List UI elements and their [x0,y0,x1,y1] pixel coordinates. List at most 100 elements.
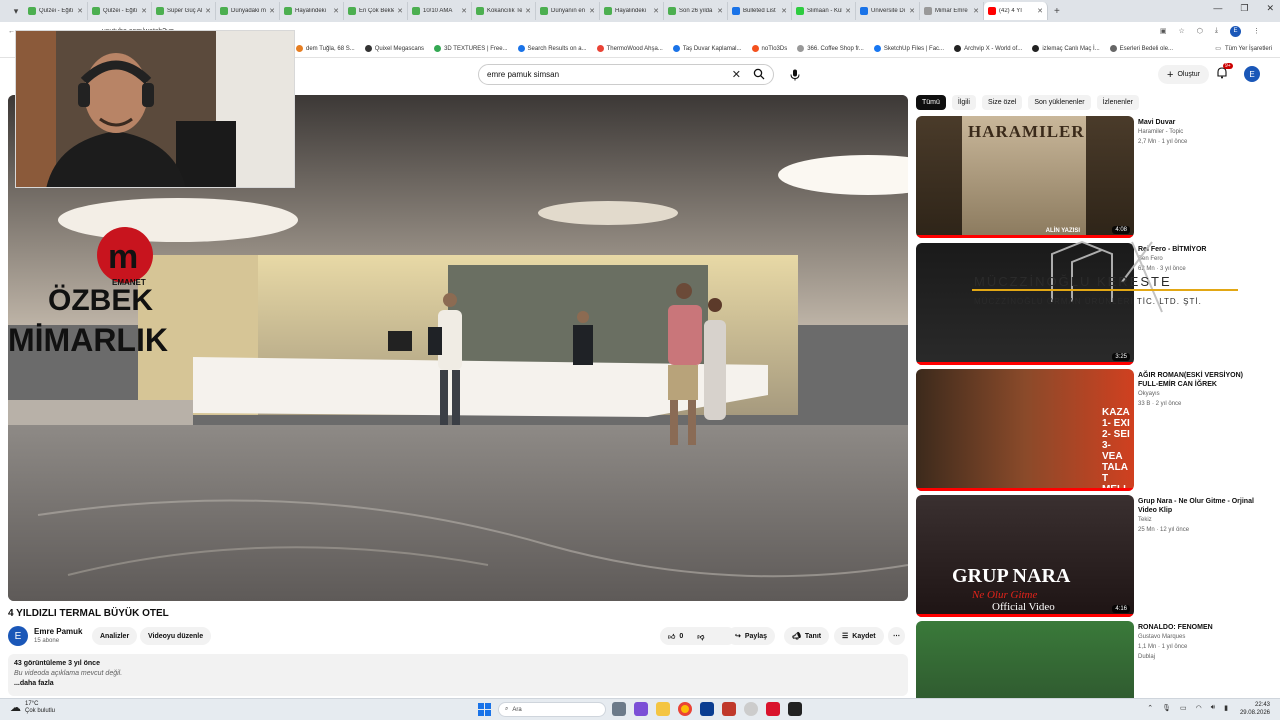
app-icon-dark[interactable] [788,702,802,716]
maximize-icon[interactable]: ❐ [1240,3,1248,14]
close-tab-icon[interactable]: ✕ [77,7,83,15]
close-tab-icon[interactable]: ✕ [397,7,403,15]
tray-chevron-icon[interactable]: ⌃ [1147,704,1153,712]
back-icon[interactable]: ← [8,28,15,35]
video-thumbnail[interactable]: 3:25 [916,243,1134,365]
browser-tab[interactable]: Qulzei - Eğiti ✕ [88,2,152,20]
filter-chip[interactable]: Size özel [981,95,1023,110]
new-tab-button[interactable]: + [1054,6,1060,17]
minimize-icon[interactable]: — [1213,3,1222,14]
close-tab-icon[interactable]: ✕ [461,7,467,15]
clock[interactable]: 22:43 29.08.2026 [1240,701,1270,717]
browser-tab[interactable]: Dünyadaki m ✕ [216,2,280,20]
browser-tab[interactable]: Hayalindeki ✕ [600,2,664,20]
browser-tab[interactable]: Son 26 yılda ✕ [664,2,728,20]
mic-tray-icon[interactable]: 🎙︎ [1162,704,1171,712]
channel-avatar[interactable]: E [8,626,28,646]
weather-widget[interactable]: ☁ 17°C Çok bulutlu [10,701,55,715]
bookmark-item[interactable]: Quixel Megascans [364,45,424,52]
filter-chip[interactable]: Tümü [916,95,946,110]
browser-tab[interactable]: Dünyanın en ✕ [536,2,600,20]
browser-tab[interactable]: Üniversite Di ✕ [856,2,920,20]
recommended-video[interactable]: GRUP NARA Ne Olur Gitme Official Video 4:16… [916,495,1266,617]
photoshop-icon[interactable] [700,702,714,716]
video-thumbnail[interactable]: HARAMILER ALİN YAZISI 4:08 [916,116,1134,238]
browser-tab[interactable]: Slimaan - Kül ✕ [792,2,856,20]
filter-chip[interactable]: Son yüklenenler [1028,95,1091,110]
bookmark-item[interactable]: dem Tuğla, 68 S... [296,45,355,52]
recommended-title[interactable]: Rei Fero - BİTMİYOR [1138,245,1264,254]
like-button[interactable]: 👍︎ [668,632,675,641]
search-input[interactable]: emre pamuk simsan [487,70,559,79]
filter-chip[interactable]: İzlenenler [1096,95,1139,110]
wifi-icon[interactable]: ◠ [1196,704,1202,712]
channel-name[interactable]: Emre Pamuk [34,627,82,636]
app-icon-grey[interactable] [744,702,758,716]
recommended-channel[interactable]: Tekiz [1138,517,1152,523]
save-button[interactable]: ☰ Kaydet [834,627,884,645]
description-box[interactable]: 43 görüntüleme 3 yıl önce Bu videoda açı… [8,654,908,696]
close-window-icon[interactable]: ✕ [1266,3,1274,14]
bookmark-item[interactable]: Search Results on a... [517,45,587,52]
browser-tab[interactable]: Hayalindeki ✕ [280,2,344,20]
app-icon-youtube[interactable] [766,702,780,716]
bookmark-item[interactable]: Archvip X - World of... [954,45,1022,52]
display-icon[interactable]: ▭ [1180,704,1187,712]
recommended-title[interactable]: Grup Nara - Ne Olur Gitme - Orjinal Vide… [1138,497,1264,515]
more-actions-button[interactable]: ⋯ [888,627,905,645]
video-thumbnail[interactable]: KAZA 1- EXI 2- SEI 3- VEA TALAT MELIK YA… [916,369,1134,491]
bookmark-item[interactable]: 3D TEXTURES | Free... [434,45,508,52]
extensions-icon[interactable]: ⬡ [1197,27,1203,35]
close-tab-icon[interactable]: ✕ [205,7,211,15]
chrome-icon[interactable] [678,702,692,716]
close-tab-icon[interactable]: ✕ [525,7,531,15]
downloads-icon[interactable]: ⤓ [1215,27,1218,35]
edit-video-button[interactable]: Videoyu düzenle [140,627,212,645]
close-tab-icon[interactable]: ✕ [845,7,851,15]
notifications-button[interactable]: 9+ [1216,63,1233,84]
recommended-title[interactable]: Mavi Duvar [1138,118,1264,127]
close-tab-icon[interactable]: ✕ [781,7,787,15]
filter-chip[interactable]: İlgili [951,95,976,110]
close-tab-icon[interactable]: ✕ [973,7,979,15]
close-tab-icon[interactable]: ✕ [333,7,339,15]
close-tab-icon[interactable]: ✕ [1037,7,1043,15]
search-icon[interactable] [753,68,765,82]
bookmark-item[interactable]: 366. Coffee Shop fr... [797,45,864,52]
bookmark-item[interactable]: Taş Duvar Kaplamal... [672,45,742,52]
browser-tab[interactable]: Bulleted List ✕ [728,2,792,20]
recommended-video[interactable]: KAZA 1- EXI 2- SEI 3- VEA TALAT MELIK YA… [916,369,1266,491]
tab-search-icon[interactable]: ▾ [8,6,24,17]
bookmark-item[interactable]: izlemaç Canlı Maç İ... [1032,45,1100,52]
volume-icon[interactable]: 🔊︎ [1211,704,1215,712]
copilot-icon[interactable] [634,702,648,716]
search-box[interactable]: emre pamuk simsan ✕ [478,64,774,85]
browser-tab[interactable]: Kokancılık Te ✕ [472,2,536,20]
browser-tab[interactable]: Mimar Emre ✕ [920,2,984,20]
recommended-title[interactable]: RONALDO: FENOMEN [1138,623,1264,632]
close-tab-icon[interactable]: ✕ [141,7,147,15]
video-thumbnail[interactable]: GRUP NARA Ne Olur Gitme Official Video 4:16 [916,495,1134,617]
recommended-channel[interactable]: Haramiler - Topic [1138,129,1183,135]
app-icon-red[interactable] [722,702,736,716]
recommended-title[interactable]: AĞIR ROMAN(ESKİ VERSİYON) FULL-EMİR CAN … [1138,371,1264,389]
bookmark-item[interactable]: noTlo3Ds [751,45,787,52]
browser-tab[interactable]: 10/10 AMA ✕ [408,2,472,20]
dislike-button[interactable]: 👎︎ [697,632,704,641]
bookmark-item[interactable]: SketchUp Files | Fac... [873,45,944,52]
bookmark-star-icon[interactable]: ☆ [1178,27,1184,35]
all-bookmarks-button[interactable]: ▭ Tüm Yer İşaretleri [1215,45,1272,53]
taskbar-search[interactable]: ⌕ Ara [498,702,606,717]
browser-tab[interactable]: En Çok Bekle ✕ [344,2,408,20]
browser-tab[interactable]: (42) 4 YI ✕ [984,2,1048,20]
close-tab-icon[interactable]: ✕ [653,7,659,15]
battery-icon[interactable]: ▮ [1224,704,1228,712]
create-button[interactable]: + Oluştur [1158,65,1209,84]
recommended-channel[interactable]: Gustavo Marques [1138,634,1185,640]
close-tab-icon[interactable]: ✕ [717,7,723,15]
task-view-icon[interactable] [612,702,626,716]
account-avatar[interactable]: E [1244,66,1260,82]
show-more-link[interactable]: ...daha fazla [14,679,902,689]
browser-tab[interactable]: Süper Güç Al ✕ [152,2,216,20]
browser-menu-icon[interactable]: ⋮ [1253,27,1260,35]
